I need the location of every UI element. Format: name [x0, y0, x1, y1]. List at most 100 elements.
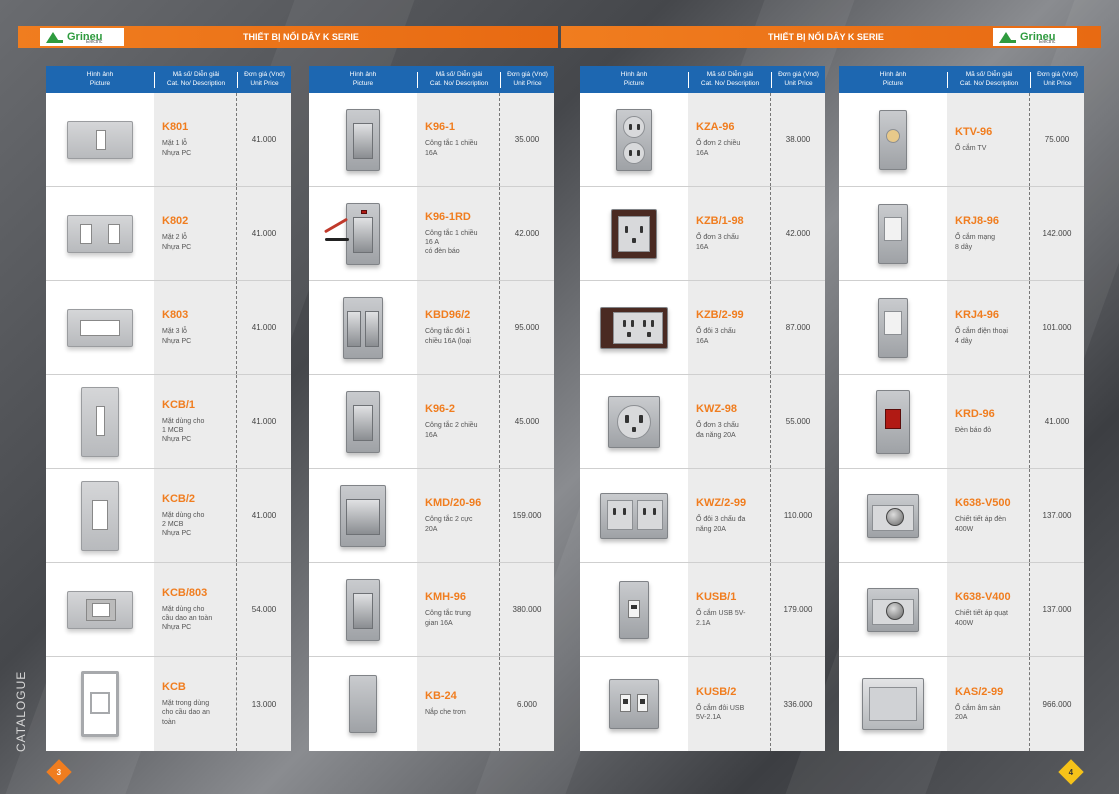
- socket-pin: [627, 331, 631, 337]
- product-code: KZA-96: [696, 121, 735, 134]
- product-picture: [309, 187, 417, 280]
- product-description: Ổ đơn 3 chấu đa năng 20A: [696, 422, 739, 439]
- product-description-cell: K638-V400 Chiết tiết áp quạt 400W: [947, 563, 1029, 656]
- socket-pin: [651, 319, 654, 327]
- socket-pin: [632, 426, 636, 432]
- product-code: KMH-96: [425, 591, 466, 604]
- header-price: Đơn giá (Vnd) Unit Price: [238, 66, 291, 93]
- header-description-en: Cat. No/ Description: [700, 79, 760, 87]
- product-price: 179.000: [770, 563, 825, 656]
- product-picture: [309, 281, 417, 374]
- product-picture: [309, 563, 417, 656]
- product-description: Mặt 2 lỗ Nhựa PC: [162, 234, 192, 251]
- product-picture: [309, 375, 417, 468]
- product-description: Mặt dùng cho 2 MCB Nhựa PC: [162, 511, 205, 538]
- header-description: Mã số/ Diễn giải Cat. No/ Description: [948, 66, 1030, 93]
- product-description: Ổ cắm âm sàn 20A: [955, 704, 1001, 721]
- product-description: Ổ đôi 3 chấu 16A: [696, 328, 736, 345]
- product-row: KZA-96 Ổ đơn 2 chiều 16A 38.000: [580, 93, 825, 187]
- product-picture: [46, 563, 154, 656]
- switch-rocker: [346, 498, 380, 535]
- product-row: KCB Mặt trong dùng cho cầu dao an toàn 13.…: [46, 657, 291, 751]
- product-picture: [580, 93, 688, 186]
- product-price: 55.000: [770, 375, 825, 468]
- switch-module-image: [346, 108, 380, 171]
- product-picture: [839, 469, 947, 562]
- product-price: 380.000: [499, 563, 554, 656]
- socket-3pin-image: [611, 208, 657, 259]
- tv-jack: [886, 128, 900, 143]
- socket-2pin-image: [616, 108, 652, 171]
- brand-sub: Electric: [86, 39, 103, 45]
- header-picture: Hình ảnh Picture: [839, 66, 947, 93]
- red-indicator-image: [876, 389, 910, 454]
- brand-sub: Electric: [1039, 39, 1056, 45]
- product-picture: [839, 93, 947, 186]
- rj-port: [884, 216, 902, 241]
- product-description: Công tắc 1 chiều 16A: [425, 140, 478, 157]
- product-picture: [839, 657, 947, 751]
- product-price: 336.000: [770, 657, 825, 751]
- plate-hole: [96, 405, 105, 436]
- header-picture-en: Picture: [623, 79, 645, 87]
- product-price: 137.000: [1029, 469, 1084, 562]
- plate-hole: [92, 499, 108, 530]
- product-price: 101.000: [1029, 281, 1084, 374]
- product-picture: [580, 469, 688, 562]
- header-picture-en: Picture: [352, 79, 374, 87]
- wall-plate-1-gang-image: [67, 120, 133, 159]
- product-row: KBD96/2 Công tắc đôi 1 chiều 16A (loại 95.…: [309, 281, 554, 375]
- product-price: 45.000: [499, 375, 554, 468]
- product-description-cell: K96-1 Công tắc 1 chiều 16A: [417, 93, 499, 186]
- product-price: 54.000: [236, 563, 291, 656]
- product-description-cell: K803 Mặt 3 lỗ Nhựa PC: [154, 281, 236, 374]
- header-price-vi: Đơn giá (Vnd): [778, 70, 819, 78]
- mcb-plate-2-image: [81, 480, 119, 551]
- mcb-plate-1-image: [81, 386, 119, 457]
- switch-rocker-right: [364, 310, 379, 347]
- product-description-cell: KTV-96 Ổ cắm TV: [947, 93, 1029, 186]
- product-description: Công tắc 2 cực 20A: [425, 516, 473, 533]
- header-description-en: Cat. No/ Description: [166, 79, 226, 87]
- product-picture: [839, 187, 947, 280]
- product-description: Chiết tiết áp đèn 400W: [955, 516, 1006, 533]
- product-code: K96-1: [425, 121, 455, 134]
- product-code: K96-2: [425, 403, 455, 416]
- product-picture: [580, 563, 688, 656]
- product-code: KUSB/1: [696, 591, 737, 604]
- product-description: Ổ cắm điện thoại 4 dây: [955, 328, 1008, 345]
- socket-face: [623, 115, 645, 138]
- product-description-cell: KZB/1-98 Ổ đơn 3 chấu 16A: [688, 187, 770, 280]
- product-picture: [580, 187, 688, 280]
- double-usb-socket-image: [609, 679, 659, 729]
- product-row: KAS/2-99 Ổ cắm âm sàn 20A 966.000: [839, 657, 1084, 751]
- product-picture: [580, 375, 688, 468]
- product-table-3: Hình ảnh Picture Mã số/ Diễn giải Cat. No/ …: [580, 66, 825, 751]
- product-description: Ổ đơn 3 chấu 16A: [696, 234, 739, 251]
- product-code: KCB/2: [162, 492, 196, 505]
- product-description: Ổ cắm TV: [955, 144, 987, 152]
- socket-pin: [637, 123, 640, 130]
- plate-hole: [80, 319, 120, 336]
- socket-pin: [647, 331, 651, 337]
- table-header: Hình ảnh Picture Mã số/ Diễn giải Cat. No/ …: [580, 66, 825, 93]
- product-table-2: Hình ảnh Picture Mã số/ Diễn giải Cat. No/ …: [309, 66, 554, 751]
- table-header: Hình ảnh Picture Mã số/ Diễn giải Cat. No/ …: [46, 66, 291, 93]
- blank-cover-image: [349, 675, 377, 733]
- product-description: Ổ cắm mạng 8 dây: [955, 234, 996, 251]
- header-picture: Hình ảnh Picture: [46, 66, 154, 93]
- product-row: K801 Mặt 1 lỗ Nhựa PC 41.000: [46, 93, 291, 187]
- product-description-cell: KMD/20-96 Công tắc 2 cực 20A: [417, 469, 499, 562]
- product-picture: [309, 657, 417, 751]
- product-row: KCB/1 Mặt dùng cho 1 MCB Nhựa PC 41.000: [46, 375, 291, 469]
- product-picture: [839, 563, 947, 656]
- header-price-en: Unit Price: [784, 79, 813, 87]
- product-description-cell: K801 Mặt 1 lỗ Nhựa PC: [154, 93, 236, 186]
- product-row: K96-1 Công tắc 1 chiều 16A 35.000: [309, 93, 554, 187]
- double-switch-image: [343, 296, 383, 359]
- product-code: KWZ-98: [696, 403, 737, 416]
- product-picture: [839, 375, 947, 468]
- header-price: Đơn giá (Vnd) Unit Price: [1031, 66, 1084, 93]
- product-code: KWZ/2-99: [696, 497, 747, 510]
- product-price: 41.000: [236, 375, 291, 468]
